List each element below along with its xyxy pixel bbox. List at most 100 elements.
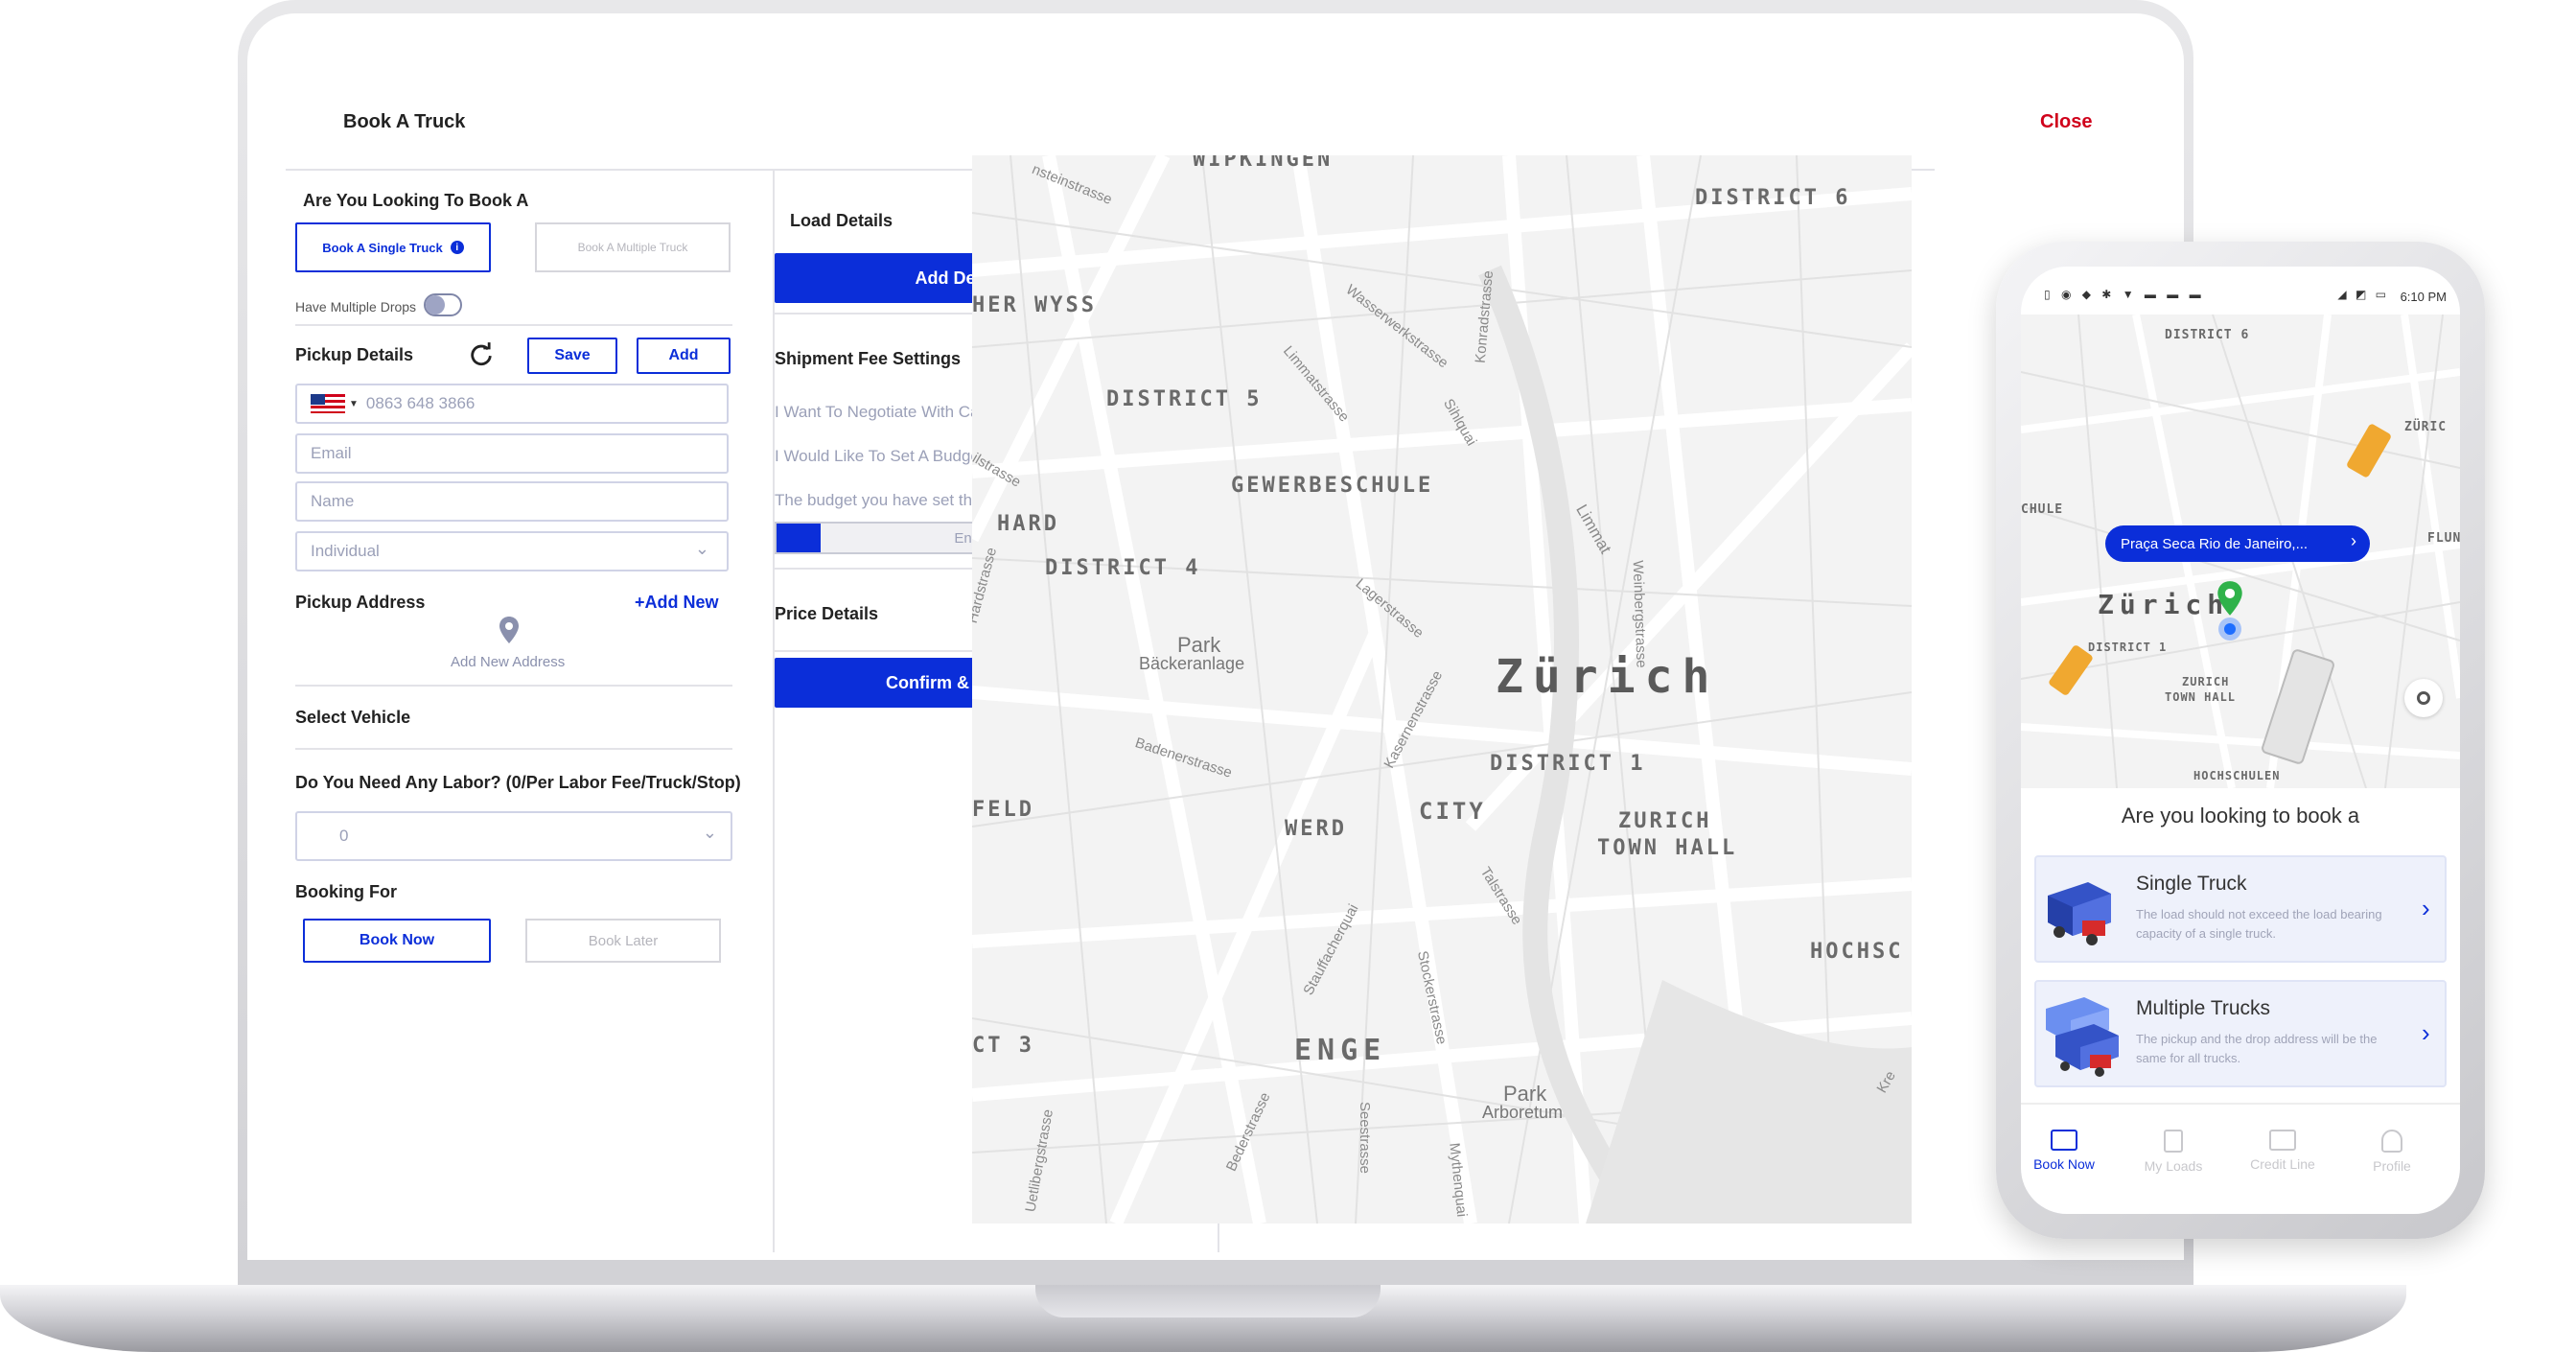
shipment-fee-title: Shipment Fee Settings — [775, 349, 962, 368]
add-new-address-link[interactable]: +Add New — [635, 593, 719, 613]
signal-battery-icon: ◢ ◩ ▭ — [2337, 288, 2389, 301]
map-label: DISTRICT 1 — [1490, 752, 1646, 776]
multiple-drops-toggle[interactable] — [424, 293, 462, 316]
laptop-notch — [1035, 1285, 1381, 1317]
chevron-right-icon: › — [2422, 1018, 2430, 1047]
save-button[interactable]: Save — [527, 338, 617, 374]
map-label: HER WYSS — [972, 293, 1097, 317]
location-pin-icon — [2216, 579, 2243, 618]
price-details-title: Price Details — [775, 604, 879, 623]
phone-map-label: FLUN — [2427, 531, 2460, 546]
map-label: CT 3 — [972, 1034, 1034, 1058]
park-label: Bäckeranlage — [1139, 654, 1245, 673]
select-vehicle-title: Select Vehicle — [295, 708, 411, 727]
info-icon: i — [450, 241, 464, 254]
phone-placeholder: 0863 648 3866 — [365, 394, 476, 412]
multiple-drops-label: Have Multiple Drops — [295, 299, 417, 315]
section-divider — [295, 685, 732, 687]
status-icons: ▯ ◉ ◆ ✱ ▼ ▬ ▬ ▬ — [2044, 288, 2205, 301]
load-details-title: Load Details — [790, 211, 893, 230]
phone-screen: ▯ ◉ ◆ ✱ ▼ ▬ ▬ ▬ ◢ ◩ ▭ 6:10 PM DISTRICT 6… — [2021, 267, 2460, 1214]
status-bar: ▯ ◉ ◆ ✱ ▼ ▬ ▬ ▬ ◢ ◩ ▭ 6:10 PM — [2044, 288, 2447, 311]
booking-for-title: Booking For — [295, 882, 397, 901]
map-roads — [972, 155, 1912, 1224]
nav-book-now[interactable]: Book Now — [2021, 1130, 2107, 1172]
add-button[interactable]: Add — [637, 338, 731, 374]
phone-map-label: TOWN HALL — [2165, 690, 2237, 704]
single-truck-label: Book A Single Truck — [322, 240, 443, 255]
profile-icon — [2381, 1130, 2402, 1153]
status-time: 6:10 PM — [2400, 290, 2447, 304]
customer-type-select[interactable]: Individual ⌄ — [295, 531, 729, 571]
phone-map-label: ZÜRIC — [2404, 420, 2448, 434]
map-label: DISTRICT 6 — [1695, 186, 1851, 210]
us-flag-icon — [311, 394, 345, 413]
labor-value: 0 — [339, 827, 349, 845]
chevron-down-icon: ⌄ — [702, 823, 717, 842]
budget-currency-block — [777, 524, 821, 552]
book-single-truck-button[interactable]: Book A Single Truck i — [295, 222, 491, 272]
clipboard-icon — [2164, 1130, 2183, 1153]
section-divider — [295, 748, 732, 750]
phone-map-label: DISTRICT 1 — [2088, 641, 2168, 654]
map-label: DISTRICT 5 — [1106, 387, 1263, 411]
map-label: ZURICH — [1618, 809, 1712, 833]
locate-me-icon[interactable] — [2404, 679, 2443, 717]
refresh-icon[interactable] — [468, 341, 495, 368]
phone-map-label: HOCHSCHULEN — [2193, 769, 2281, 782]
nav-label: My Loads — [2144, 1158, 2203, 1174]
nav-label: Credit Line — [2250, 1156, 2315, 1172]
single-truck-title: Single Truck — [2136, 873, 2247, 895]
map-label: DISTRICT 4 — [1045, 556, 1201, 580]
name-field[interactable]: Name — [295, 481, 729, 522]
map-label: HARD — [997, 512, 1059, 536]
map-label: WIPKINGEN — [1193, 155, 1334, 172]
book-multiple-truck-button[interactable]: Book A Multiple Truck — [535, 222, 731, 272]
location-pin-icon[interactable] — [499, 616, 520, 644]
phone-field[interactable]: ▼ 0863 648 3866 — [295, 384, 729, 424]
book-later-button[interactable]: Book Later — [525, 919, 721, 963]
map-label: FELD — [972, 798, 1034, 822]
close-button[interactable]: Close — [2040, 111, 2092, 133]
nav-my-loads[interactable]: My Loads — [2130, 1130, 2216, 1174]
phone-map-label: CHULE — [2021, 502, 2064, 517]
multiple-trucks-title: Multiple Trucks — [2136, 997, 2271, 1019]
map-label: CITY — [1419, 798, 1486, 825]
bottom-nav-divider — [2021, 1103, 2460, 1105]
page-title: Book A Truck — [343, 111, 466, 132]
map-label: TOWN HALL — [1597, 836, 1738, 860]
single-truck-card[interactable]: Single Truck The load should not exceed … — [2034, 855, 2447, 963]
pickup-details-title: Pickup Details — [295, 345, 414, 364]
pickup-location-text: Praça Seca Rio de Janeiro,... — [2121, 535, 2309, 552]
labor-select[interactable]: 0 ⌄ — [295, 811, 732, 861]
map-label: Zürich — [1496, 650, 1720, 704]
chevron-down-icon: ⌄ — [694, 539, 709, 558]
phone-map-label: Zürich — [2098, 589, 2230, 620]
wallet-icon — [2269, 1130, 2296, 1151]
map-label: WERD — [1285, 817, 1347, 841]
chevron-right-icon: › — [2351, 531, 2356, 550]
chevron-right-icon: › — [2422, 894, 2430, 922]
map-label: ENGE — [1294, 1034, 1387, 1067]
map-label: GEWERBESCHULE — [1231, 474, 1434, 498]
book-now-button[interactable]: Book Now — [303, 919, 491, 963]
multiple-trucks-card[interactable]: Multiple Trucks The pickup and the drop … — [2034, 980, 2447, 1087]
customer-type-value: Individual — [311, 542, 380, 560]
nav-credit-line[interactable]: Credit Line — [2239, 1130, 2326, 1172]
truck-nav-icon — [2051, 1130, 2077, 1151]
add-new-address-label[interactable]: Add New Address — [451, 654, 565, 670]
chevron-down-icon: ▼ — [349, 398, 359, 409]
email-field[interactable]: Email — [295, 433, 729, 474]
single-truck-description: The load should not exceed the load bear… — [2136, 907, 2382, 941]
pickup-location-pill[interactable]: Praça Seca Rio de Janeiro,... › — [2105, 525, 2370, 562]
pickup-address-title: Pickup Address — [295, 593, 426, 612]
phone-map[interactable]: DISTRICT 6 ZÜRIC CHULE FLUN Zürich DISTR… — [2021, 315, 2460, 788]
labor-title: Do You Need Any Labor? (0/Per Labor Fee/… — [295, 773, 741, 792]
map-view[interactable]: WIPKINGEN DISTRICT 6 HER WYSS DISTRICT 5… — [972, 155, 1912, 1224]
section-divider — [295, 324, 732, 326]
nav-label: Profile — [2373, 1158, 2411, 1174]
column-divider — [773, 169, 775, 1252]
nav-profile[interactable]: Profile — [2349, 1130, 2435, 1174]
booking-question: Are You Looking To Book A — [303, 191, 529, 210]
multiple-trucks-description: The pickup and the drop address will be … — [2136, 1032, 2378, 1065]
